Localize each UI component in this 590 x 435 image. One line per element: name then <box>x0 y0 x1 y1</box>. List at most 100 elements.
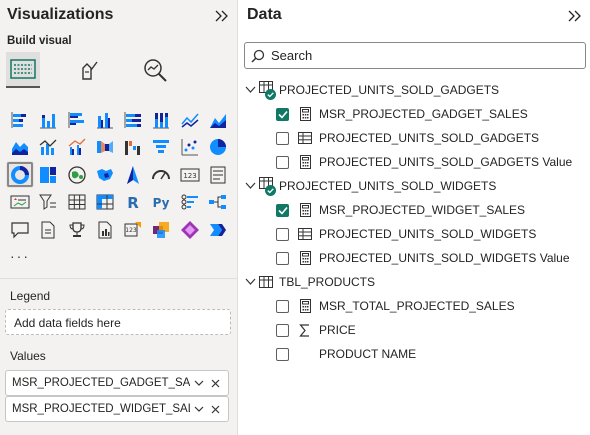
stacked-column-chart-icon[interactable] <box>34 106 62 133</box>
100-stacked-bar-chart-icon[interactable] <box>119 106 147 133</box>
ribbon-chart-icon[interactable] <box>91 134 119 161</box>
field-checkbox[interactable] <box>276 203 289 217</box>
field-checkbox[interactable] <box>276 155 289 169</box>
collapse-visualizations-button[interactable] <box>212 6 232 26</box>
field-row[interactable]: MSR_PROJECTED_GADGET_SALES <box>276 102 590 126</box>
card-icon[interactable]: 123 <box>176 161 204 188</box>
wells-divider <box>0 278 238 279</box>
chevron-flow-icon[interactable] <box>204 216 232 243</box>
python-visual-icon[interactable]: Py <box>147 189 175 216</box>
remove-field-button[interactable] <box>208 376 222 390</box>
filled-map-icon[interactable] <box>91 161 119 188</box>
values-well-label: Values <box>10 349 46 363</box>
values-field-pill[interactable]: MSR_PROJECTED_WIDGET_SALES <box>5 396 229 422</box>
field-checkbox[interactable] <box>276 323 289 337</box>
expand-chevron[interactable] <box>243 179 257 193</box>
checkmark-icon <box>277 110 288 119</box>
field-row[interactable]: MSR_PROJECTED_WIDGET_SALES <box>276 198 590 222</box>
power-apps-icon[interactable] <box>147 216 175 243</box>
funnel-chart-icon[interactable] <box>147 134 175 161</box>
power-automate-icon[interactable] <box>176 216 204 243</box>
expand-chevron[interactable] <box>243 83 257 97</box>
donut-chart-icon[interactable] <box>6 161 35 188</box>
key-influencers-icon[interactable] <box>176 189 204 216</box>
scatter-chart-icon[interactable] <box>176 134 204 161</box>
decomposition-tree-icon[interactable] <box>204 189 232 216</box>
field-row[interactable]: PROJECTED_UNITS_SOLD_GADGETS Value <box>276 150 590 174</box>
field-row[interactable]: PRICE <box>276 318 590 342</box>
analytics-tab[interactable] <box>138 52 172 88</box>
field-label: PROJECTED_UNITS_SOLD_GADGETS Value <box>319 155 573 169</box>
build-visual-tab[interactable] <box>6 52 40 88</box>
matrix-icon[interactable] <box>91 189 119 216</box>
field-row[interactable]: PROJECTED_UNITS_SOLD_WIDGETS Value <box>276 246 590 270</box>
clustered-column-chart-icon[interactable] <box>91 106 119 133</box>
field-row[interactable]: PROJECTED_UNITS_SOLD_WIDGETS <box>276 222 590 246</box>
field-checkbox[interactable] <box>276 251 289 265</box>
search-input[interactable] <box>271 48 571 63</box>
field-label: PROJECTED_UNITS_SOLD_GADGETS <box>319 131 540 145</box>
table-icon[interactable] <box>63 189 91 216</box>
field-checkbox[interactable] <box>276 107 289 121</box>
build-visual-label: Build visual <box>7 35 72 47</box>
field-checkbox[interactable] <box>276 131 289 145</box>
area-chart-icon[interactable] <box>204 106 232 133</box>
field-label: PROJECTED_UNITS_SOLD_WIDGETS <box>319 227 537 241</box>
expand-chevron[interactable] <box>243 275 257 289</box>
multi-row-card-icon[interactable] <box>204 161 232 188</box>
table-node[interactable]: TBL_PRODUCTS <box>243 270 590 294</box>
chevron-down-icon <box>245 86 255 93</box>
field-label: MSR_TOTAL_PROJECTED_SALES <box>319 299 515 313</box>
field-checkbox[interactable] <box>276 347 289 361</box>
double-chevron-right-icon <box>568 10 581 22</box>
stacked-bar-chart-icon[interactable] <box>6 106 34 133</box>
calculator-icon <box>297 298 313 314</box>
gauge-icon[interactable] <box>147 161 175 188</box>
field-row[interactable]: PROJECTED_UNITS_SOLD_GADGETS <box>276 126 590 150</box>
azure-map-icon[interactable] <box>119 161 147 188</box>
values-field-pill[interactable]: MSR_PROJECTED_GADGET_SALES <box>5 370 229 396</box>
table-name: PROJECTED_UNITS_SOLD_WIDGETS <box>279 179 497 193</box>
kpi-icon[interactable] <box>6 189 34 216</box>
values-field-name: MSR_PROJECTED_WIDGET_SALES <box>12 403 190 415</box>
field-label: MSR_PROJECTED_GADGET_SALES <box>319 107 528 121</box>
more-visuals-button[interactable]: ··· <box>10 248 30 264</box>
field-options-button[interactable] <box>192 376 206 390</box>
field-options-button[interactable] <box>192 402 206 416</box>
treemap-icon[interactable] <box>34 161 62 188</box>
smart-narrative-report-icon[interactable] <box>91 216 119 243</box>
map-globe-icon[interactable] <box>63 161 91 188</box>
svg-text:Py: Py <box>153 196 170 210</box>
field-label: MSR_PROJECTED_WIDGET_SALES <box>319 203 526 217</box>
metrics-visual-icon[interactable]: 123 <box>119 216 147 243</box>
table-node[interactable]: PROJECTED_UNITS_SOLD_WIDGETS <box>243 174 590 198</box>
remove-field-button[interactable] <box>208 402 222 416</box>
table-name: TBL_PRODUCTS <box>279 275 376 289</box>
field-row[interactable]: PRODUCT NAME <box>276 342 590 366</box>
r-script-visual-icon[interactable]: R <box>119 189 147 216</box>
format-visual-tab[interactable] <box>72 52 106 88</box>
line-chart-icon[interactable] <box>176 106 204 133</box>
field-label: PRICE <box>319 323 356 337</box>
field-checkbox[interactable] <box>276 227 289 241</box>
field-checkbox[interactable] <box>276 299 289 313</box>
table-name: PROJECTED_UNITS_SOLD_GADGETS <box>279 83 500 97</box>
legend-drop-zone[interactable]: Add data fields here <box>5 309 231 335</box>
trophy-goals-icon[interactable] <box>63 216 91 243</box>
clustered-bar-chart-icon[interactable] <box>63 106 91 133</box>
paginated-report-icon[interactable] <box>34 216 62 243</box>
collapse-data-button[interactable] <box>565 6 585 26</box>
qa-visual-icon[interactable] <box>6 216 34 243</box>
checkmark-badge-icon <box>265 89 276 100</box>
line-and-clustered-column-icon[interactable] <box>63 134 91 161</box>
svg-text:123: 123 <box>183 172 196 180</box>
field-label: PRODUCT NAME <box>319 347 417 361</box>
100-stacked-column-chart-icon[interactable] <box>147 106 175 133</box>
slicer-icon[interactable] <box>34 189 62 216</box>
line-and-stacked-column-icon[interactable] <box>34 134 62 161</box>
field-row[interactable]: MSR_TOTAL_PROJECTED_SALES <box>276 294 590 318</box>
waterfall-chart-icon[interactable] <box>119 134 147 161</box>
pie-chart-icon[interactable] <box>204 134 232 161</box>
table-node[interactable]: PROJECTED_UNITS_SOLD_GADGETS <box>243 78 590 102</box>
stacked-area-chart-icon[interactable] <box>6 134 34 161</box>
